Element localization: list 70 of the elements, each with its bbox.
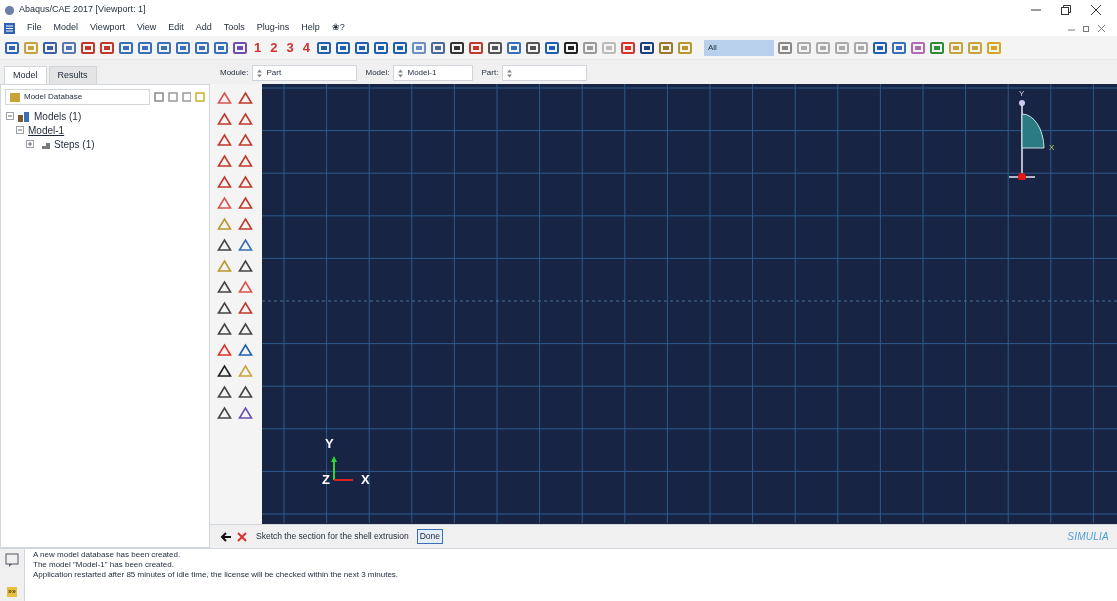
tree-item[interactable]: Steps (1) [54, 136, 95, 152]
selection-filter-combo[interactable]: All [703, 39, 774, 56]
menu-item[interactable]: View [136, 21, 157, 35]
view-number-button[interactable]: 3 [283, 37, 297, 58]
tree-item[interactable]: Model-1 [28, 122, 65, 138]
menu-item[interactable]: Add [195, 21, 212, 35]
menu-item[interactable]: Tools [223, 21, 245, 35]
spinner-icon[interactable] [398, 68, 404, 78]
sketch-tool-icon[interactable] [216, 237, 233, 253]
message-line: A new model database has been created. [33, 550, 182, 560]
prompt-text: Sketch the section for the shell extrusion [256, 530, 409, 543]
sketch-tool-icon[interactable] [237, 384, 254, 400]
done-button[interactable]: Done [416, 529, 443, 544]
spinner-icon[interactable] [507, 68, 513, 78]
menu-item[interactable]: Help [301, 21, 320, 35]
menu-icon[interactable] [4, 22, 15, 34]
window-title: Abaqus/CAE 2017 [Viewport: 1] [19, 3, 146, 17]
message-line: The model "Model-1" has been created. [33, 560, 175, 570]
sketch-tool-icon[interactable] [216, 279, 233, 295]
app-icon [4, 4, 15, 16]
restore-icon[interactable] [1061, 5, 1071, 15]
collapse-icon[interactable] [16, 126, 24, 134]
models-icon [18, 110, 30, 122]
collapse-icon[interactable] [6, 112, 14, 120]
menu-item[interactable]: ❀? [331, 21, 345, 35]
triad-label: Z [322, 471, 330, 489]
context-label: Part: [481, 67, 499, 79]
message-line: Application restarted after 85 minutes of idle time, the license will be checked within the next 3 minutes. [33, 570, 400, 580]
sketch-tool-icon[interactable] [237, 258, 254, 274]
toolbar-icon[interactable] [562, 39, 579, 56]
cancel-icon[interactable] [236, 530, 248, 543]
toolbar-icon[interactable] [638, 39, 655, 56]
axis-label: X [1049, 142, 1055, 154]
context-label: Module: [220, 67, 249, 79]
view-number-button[interactable]: 1 [251, 37, 265, 58]
menu-item[interactable]: Viewport [90, 21, 125, 35]
toolbar-icon[interactable] [524, 39, 541, 56]
tree-item[interactable]: Models (1) [34, 108, 82, 124]
axis-triad-icon [329, 456, 353, 482]
tree-selector-combo[interactable]: Model Database [5, 89, 151, 105]
sketch-tool-icon[interactable] [216, 321, 233, 337]
sketch-tool-icon[interactable] [237, 321, 254, 337]
axis-label: Y [1019, 88, 1025, 100]
message-area-icon[interactable] [5, 553, 19, 567]
spinner-icon[interactable] [257, 68, 263, 78]
triad-label: X [361, 471, 370, 489]
expand-icon[interactable] [26, 140, 34, 148]
database-icon [10, 92, 20, 102]
panel-tab[interactable]: Model [4, 66, 47, 84]
toolbar-icon[interactable] [486, 39, 503, 56]
sketch-tool-icon[interactable] [216, 300, 233, 316]
close-icon[interactable] [1091, 5, 1101, 15]
menu-item[interactable]: Edit [168, 21, 184, 35]
menu-item[interactable]: Plug-ins [256, 21, 290, 35]
sketch-tool-icon[interactable] [216, 363, 233, 379]
panel-tab[interactable]: Results [48, 66, 97, 84]
menu-item[interactable]: Model [53, 21, 79, 35]
view-number-button[interactable]: 4 [299, 37, 313, 58]
sketch-tool-icon[interactable] [216, 405, 233, 421]
context-combo[interactable]: Part [252, 65, 358, 81]
toolbar-icon[interactable] [448, 39, 465, 56]
context-label: Model: [365, 67, 390, 79]
brand-logo: SIMULIA [1067, 530, 1109, 544]
back-arrow-icon[interactable] [220, 530, 232, 543]
view-number-button[interactable]: 2 [267, 37, 281, 58]
context-combo[interactable]: Model-1 [393, 65, 474, 81]
triad-label: Y [325, 435, 334, 453]
tree-tool-icon[interactable] [181, 92, 192, 102]
sketch-tool-icon[interactable] [216, 384, 233, 400]
menu-item[interactable]: File [27, 21, 42, 35]
